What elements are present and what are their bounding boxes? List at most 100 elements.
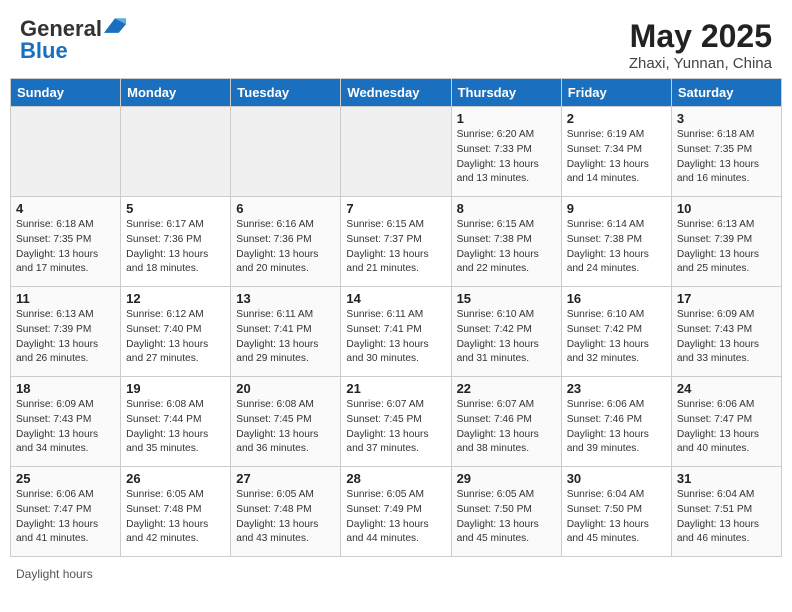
day-info: Sunrise: 6:14 AMSunset: 7:38 PMDaylight:…	[567, 218, 666, 277]
day-info: Sunrise: 6:05 AMSunset: 7:48 PMDaylight:…	[126, 488, 225, 547]
calendar-cell	[11, 107, 121, 197]
day-number: 14	[346, 291, 445, 306]
calendar-row-0: 1Sunrise: 6:20 AMSunset: 7:33 PMDaylight…	[11, 107, 782, 197]
calendar-cell	[121, 107, 231, 197]
calendar-cell: 10 Sunrise: 6:13 AMSunset: 7:39 PMDayligh…	[671, 197, 781, 287]
day-info: Sunrise: 6:15 AMSunset: 7:38 PMDaylight:…	[457, 218, 556, 277]
day-number: 24	[677, 381, 776, 396]
day-info: Sunrise: 6:05 AMSunset: 7:50 PMDaylight:…	[457, 488, 556, 547]
day-info: Sunrise: 6:17 AMSunset: 7:36 PMDaylight:…	[126, 218, 225, 277]
day-number: 25	[16, 471, 115, 486]
day-number: 22	[457, 381, 556, 396]
day-info: Sunrise: 6:06 AMSunset: 7:47 PMDaylight:…	[16, 488, 115, 547]
day-info: Sunrise: 6:12 AMSunset: 7:40 PMDaylight:…	[126, 308, 225, 367]
calendar-cell: 26 Sunrise: 6:05 AMSunset: 7:48 PMDayligh…	[121, 467, 231, 557]
calendar-row-3: 18 Sunrise: 6:09 AMSunset: 7:43 PMDayligh…	[11, 377, 782, 467]
calendar-cell: 12 Sunrise: 6:12 AMSunset: 7:40 PMDayligh…	[121, 287, 231, 377]
day-info: Sunrise: 6:18 AMSunset: 7:35 PMDaylight:…	[677, 128, 776, 187]
day-number: 30	[567, 471, 666, 486]
day-number: 4	[16, 201, 115, 216]
calendar-cell: 8Sunrise: 6:15 AMSunset: 7:38 PMDaylight…	[451, 197, 561, 287]
day-number: 12	[126, 291, 225, 306]
calendar-table: Sunday Monday Tuesday Wednesday Thursday…	[10, 78, 782, 557]
day-number: 3	[677, 111, 776, 126]
day-info: Sunrise: 6:09 AMSunset: 7:43 PMDaylight:…	[16, 398, 115, 457]
calendar-cell: 15 Sunrise: 6:10 AMSunset: 7:42 PMDayligh…	[451, 287, 561, 377]
day-info: Sunrise: 6:19 AMSunset: 7:34 PMDaylight:…	[567, 128, 666, 187]
day-number: 1	[457, 111, 556, 126]
day-info: Sunrise: 6:18 AMSunset: 7:35 PMDaylight:…	[16, 218, 115, 277]
logo-blue-text: Blue	[20, 38, 68, 63]
header-sunday: Sunday	[11, 79, 121, 107]
footer-label: Daylight hours	[16, 567, 93, 581]
calendar-cell	[231, 107, 341, 197]
page-header: General Blue May 2025 Zhaxi, Yunnan, Chi…	[10, 10, 782, 78]
calendar-cell: 1Sunrise: 6:20 AMSunset: 7:33 PMDaylight…	[451, 107, 561, 197]
calendar-cell	[341, 107, 451, 197]
month-year-title: May 2025	[629, 18, 772, 55]
day-info: Sunrise: 6:10 AMSunset: 7:42 PMDaylight:…	[567, 308, 666, 367]
day-number: 11	[16, 291, 115, 306]
calendar-cell: 29Sunrise: 6:05 AMSunset: 7:50 PMDayligh…	[451, 467, 561, 557]
day-number: 5	[126, 201, 225, 216]
calendar-cell: 2 Sunrise: 6:19 AMSunset: 7:34 PMDaylight…	[561, 107, 671, 197]
day-info: Sunrise: 6:07 AMSunset: 7:45 PMDaylight:…	[346, 398, 445, 457]
day-number: 21	[346, 381, 445, 396]
day-number: 16	[567, 291, 666, 306]
calendar-row-1: 4 Sunrise: 6:18 AMSunset: 7:35 PMDaylight…	[11, 197, 782, 287]
day-info: Sunrise: 6:09 AMSunset: 7:43 PMDaylight:…	[677, 308, 776, 367]
day-info: Sunrise: 6:13 AMSunset: 7:39 PMDaylight:…	[677, 218, 776, 277]
calendar-cell: 20 Sunrise: 6:08 AMSunset: 7:45 PMDayligh…	[231, 377, 341, 467]
location-subtitle: Zhaxi, Yunnan, China	[629, 55, 772, 72]
day-number: 2	[567, 111, 666, 126]
day-info: Sunrise: 6:05 AMSunset: 7:48 PMDaylight:…	[236, 488, 335, 547]
day-info: Sunrise: 6:06 AMSunset: 7:46 PMDaylight:…	[567, 398, 666, 457]
calendar-cell: 3 Sunrise: 6:18 AMSunset: 7:35 PMDaylight…	[671, 107, 781, 197]
calendar-cell: 24 Sunrise: 6:06 AMSunset: 7:47 PMDayligh…	[671, 377, 781, 467]
calendar-cell: 21 Sunrise: 6:07 AMSunset: 7:45 PMDayligh…	[341, 377, 451, 467]
day-info: Sunrise: 6:13 AMSunset: 7:39 PMDaylight:…	[16, 308, 115, 367]
calendar-cell: 9 Sunrise: 6:14 AMSunset: 7:38 PMDaylight…	[561, 197, 671, 287]
calendar-row-2: 11 Sunrise: 6:13 AMSunset: 7:39 PMDayligh…	[11, 287, 782, 377]
title-section: May 2025 Zhaxi, Yunnan, China	[629, 18, 772, 72]
calendar-cell: 19 Sunrise: 6:08 AMSunset: 7:44 PMDayligh…	[121, 377, 231, 467]
day-info: Sunrise: 6:08 AMSunset: 7:45 PMDaylight:…	[236, 398, 335, 457]
header-tuesday: Tuesday	[231, 79, 341, 107]
day-number: 26	[126, 471, 225, 486]
header-saturday: Saturday	[671, 79, 781, 107]
header-thursday: Thursday	[451, 79, 561, 107]
calendar-cell: 22Sunrise: 6:07 AMSunset: 7:46 PMDayligh…	[451, 377, 561, 467]
calendar-cell: 5 Sunrise: 6:17 AMSunset: 7:36 PMDaylight…	[121, 197, 231, 287]
day-number: 27	[236, 471, 335, 486]
day-number: 15	[457, 291, 556, 306]
header-wednesday: Wednesday	[341, 79, 451, 107]
calendar-cell: 23Sunrise: 6:06 AMSunset: 7:46 PMDayligh…	[561, 377, 671, 467]
calendar-cell: 14Sunrise: 6:11 AMSunset: 7:41 PMDayligh…	[341, 287, 451, 377]
day-info: Sunrise: 6:08 AMSunset: 7:44 PMDaylight:…	[126, 398, 225, 457]
day-number: 13	[236, 291, 335, 306]
day-number: 31	[677, 471, 776, 486]
day-info: Sunrise: 6:16 AMSunset: 7:36 PMDaylight:…	[236, 218, 335, 277]
day-number: 9	[567, 201, 666, 216]
day-number: 19	[126, 381, 225, 396]
logo-icon	[104, 16, 126, 38]
day-info: Sunrise: 6:11 AMSunset: 7:41 PMDaylight:…	[236, 308, 335, 367]
calendar-cell: 30Sunrise: 6:04 AMSunset: 7:50 PMDayligh…	[561, 467, 671, 557]
calendar-cell: 18 Sunrise: 6:09 AMSunset: 7:43 PMDayligh…	[11, 377, 121, 467]
calendar-cell: 27 Sunrise: 6:05 AMSunset: 7:48 PMDayligh…	[231, 467, 341, 557]
day-info: Sunrise: 6:06 AMSunset: 7:47 PMDaylight:…	[677, 398, 776, 457]
day-info: Sunrise: 6:04 AMSunset: 7:51 PMDaylight:…	[677, 488, 776, 547]
day-number: 18	[16, 381, 115, 396]
calendar-cell: 31 Sunrise: 6:04 AMSunset: 7:51 PMDayligh…	[671, 467, 781, 557]
calendar-cell: 4 Sunrise: 6:18 AMSunset: 7:35 PMDaylight…	[11, 197, 121, 287]
calendar-cell: 25 Sunrise: 6:06 AMSunset: 7:47 PMDayligh…	[11, 467, 121, 557]
calendar-header: Sunday Monday Tuesday Wednesday Thursday…	[11, 79, 782, 107]
day-number: 7	[346, 201, 445, 216]
day-info: Sunrise: 6:10 AMSunset: 7:42 PMDaylight:…	[457, 308, 556, 367]
header-friday: Friday	[561, 79, 671, 107]
calendar-cell: 7Sunrise: 6:15 AMSunset: 7:37 PMDaylight…	[341, 197, 451, 287]
calendar-cell: 6Sunrise: 6:16 AMSunset: 7:36 PMDaylight…	[231, 197, 341, 287]
day-number: 10	[677, 201, 776, 216]
header-monday: Monday	[121, 79, 231, 107]
day-number: 20	[236, 381, 335, 396]
